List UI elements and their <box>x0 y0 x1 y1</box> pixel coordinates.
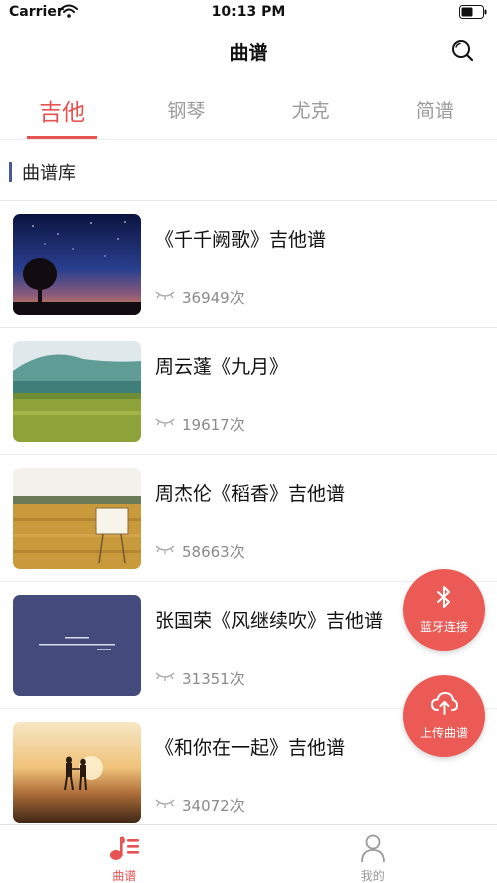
cloud-upload-icon <box>430 691 458 715</box>
nav-bar: 曲谱 <box>0 26 497 76</box>
tab-ukulele[interactable]: 尤克 <box>249 80 373 139</box>
tab-label: 尤克 <box>291 100 330 122</box>
category-tabs: 吉他 钢琴 尤克 简谱 <box>0 80 497 140</box>
bluetooth-icon <box>437 586 450 608</box>
tab-bar-label: 曲谱 <box>112 869 137 883</box>
bluetooth-connect-label: 蓝牙连接 <box>419 620 468 634</box>
item-title: 《千千阙歌》吉他谱 <box>155 229 327 251</box>
item-title: 张国荣《风继续吹》吉他谱 <box>155 610 384 632</box>
bottom-tab-bar: 曲谱 我的 <box>0 824 497 883</box>
view-count-icon <box>155 672 175 681</box>
upload-score-button[interactable]: 上传曲谱 <box>403 675 485 757</box>
view-count-icon <box>155 545 175 554</box>
item-title: 周杰伦《稻香》吉他谱 <box>155 483 346 505</box>
music-score-icon <box>110 836 140 860</box>
thumbnail-image <box>13 595 141 696</box>
view-count-icon <box>155 291 175 300</box>
thumbnail-image <box>13 341 141 442</box>
section-title: 曲谱库 <box>22 163 76 184</box>
upload-score-label: 上传曲谱 <box>419 726 468 740</box>
view-count: 31351次 <box>182 670 245 688</box>
list-item[interactable]: 周云蓬《九月》 19617次 <box>0 328 497 455</box>
status-time: 10:13 PM <box>211 4 286 20</box>
tab-bar-item-profile[interactable]: 我的 <box>249 825 497 883</box>
tab-active-indicator <box>27 136 98 139</box>
battery-icon <box>459 5 487 19</box>
bluetooth-connect-button[interactable]: 蓝牙连接 <box>403 569 485 651</box>
view-count-icon <box>155 799 175 808</box>
tab-numbered-notation[interactable]: 简谱 <box>373 80 497 139</box>
thumbnail-image <box>13 468 141 569</box>
search-icon[interactable] <box>450 38 474 62</box>
section-accent-bar <box>9 162 12 182</box>
tab-bar-label: 我的 <box>360 869 385 883</box>
page-title: 曲谱 <box>229 42 268 64</box>
user-icon <box>360 834 385 863</box>
tab-label: 简谱 <box>415 100 454 122</box>
view-count: 36949次 <box>182 289 245 307</box>
status-bar: Carrier 10:13 PM <box>0 0 497 26</box>
thumbnail-image <box>13 722 141 823</box>
list-item[interactable]: 周杰伦《稻香》吉他谱 58663次 <box>0 455 497 582</box>
view-count: 19617次 <box>182 416 245 434</box>
tab-bar-item-scores[interactable]: 曲谱 <box>0 825 249 883</box>
view-count: 34072次 <box>182 797 245 815</box>
view-count: 58663次 <box>182 543 245 561</box>
section-header: 曲谱库 <box>0 141 497 201</box>
thumbnail-image <box>13 214 141 315</box>
tab-guitar[interactable]: 吉他 <box>0 80 124 139</box>
list-item[interactable]: 《千千阙歌》吉他谱 36949次 <box>0 201 497 328</box>
tab-label: 吉他 <box>39 100 86 126</box>
item-title: 周云蓬《九月》 <box>155 356 289 378</box>
tab-label: 钢琴 <box>167 100 206 122</box>
tab-piano[interactable]: 钢琴 <box>124 80 248 139</box>
item-title: 《和你在一起》吉他谱 <box>155 737 346 759</box>
view-count-icon <box>155 418 175 427</box>
